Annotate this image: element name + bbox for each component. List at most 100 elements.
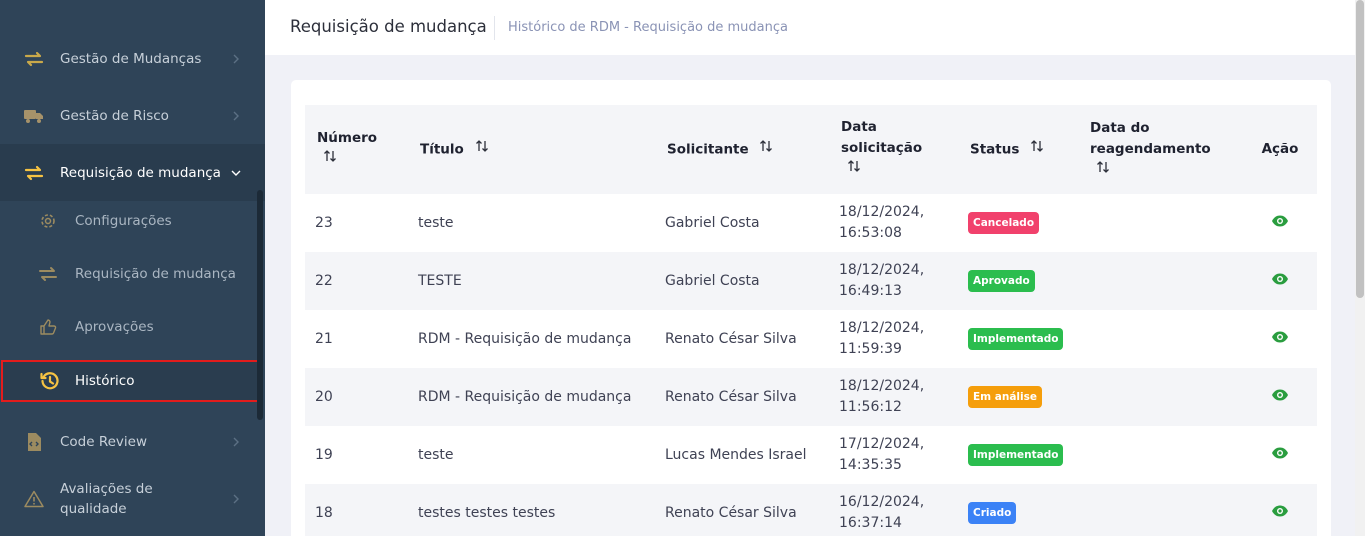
status-badge: Cancelado xyxy=(968,212,1040,234)
nav-item-requisicao-mudanca[interactable]: Requisição de mudança xyxy=(0,144,265,201)
cell-status: Criado xyxy=(958,484,1078,536)
eye-icon[interactable] xyxy=(1271,213,1289,226)
nav-label: Code Review xyxy=(60,433,148,450)
nav-label: Avaliações de qualidade xyxy=(60,480,153,517)
cell-status: Cancelado xyxy=(958,194,1078,252)
eye-icon[interactable] xyxy=(1271,503,1289,516)
column-header-acao: Ação xyxy=(1243,105,1317,194)
arrows-exchange-icon xyxy=(23,48,45,70)
sort-icon[interactable] xyxy=(475,139,489,160)
column-label: Título xyxy=(420,141,464,158)
column-header-data-solicitacao[interactable]: Data solicitação xyxy=(829,105,958,194)
nav-item-gestao-mudancas[interactable]: Gestão de Mudanças xyxy=(0,30,265,87)
cell-data-solicitacao: 16/12/2024, 16:37:14 xyxy=(829,484,958,536)
column-label: Data do reagendamento xyxy=(1090,119,1211,157)
table-row: 19 teste Lucas Mendes Israel 17/12/2024, 14:… xyxy=(305,426,1317,484)
sidebar-scrollbar[interactable] xyxy=(257,190,263,420)
column-header-data-reagendamento[interactable]: Data do reagendamento xyxy=(1078,105,1243,194)
page-title: Requisição de mudança xyxy=(290,17,487,36)
cell-solicitante: Renato César Silva xyxy=(655,368,829,426)
page-scrollbar-thumb[interactable] xyxy=(1356,0,1364,298)
subnav-item-configuracoes[interactable]: Configurações xyxy=(0,194,262,247)
time-text: 14:35:35 xyxy=(839,457,902,473)
arrows-exchange-icon xyxy=(23,162,45,184)
cell-numero: 22 xyxy=(305,252,408,310)
warning-triangle-icon xyxy=(23,488,45,510)
subnav-item-requisicao[interactable]: Requisição de mudança xyxy=(0,247,262,300)
chevron-down-icon xyxy=(230,167,242,179)
status-badge: Aprovado xyxy=(968,270,1035,292)
cell-data-solicitacao: 18/12/2024, 11:56:12 xyxy=(829,368,958,426)
cell-status: Implementado xyxy=(958,310,1078,368)
subnav-item-historico[interactable]: Histórico xyxy=(1,360,261,402)
sort-icon[interactable] xyxy=(1096,160,1110,181)
cell-reagendamento xyxy=(1078,252,1243,310)
cell-status: Aprovado xyxy=(958,252,1078,310)
cell-solicitante: Gabriel Costa xyxy=(655,194,829,252)
table-row: 20 RDM - Requisição de mudança Renato Césa… xyxy=(305,368,1317,426)
chevron-right-icon xyxy=(230,493,242,505)
status-badge: Implementado xyxy=(968,444,1064,466)
cell-titulo: RDM - Requisição de mudança xyxy=(408,310,655,368)
column-header-titulo[interactable]: Título xyxy=(408,105,655,194)
header-bar: Requisição de mudança Histórico de RDM -… xyxy=(265,0,1355,55)
chevron-right-icon xyxy=(230,110,242,122)
date-text: 18/12/2024, xyxy=(839,378,925,394)
cell-data-solicitacao: 17/12/2024, 14:35:35 xyxy=(829,426,958,484)
sort-icon[interactable] xyxy=(847,159,861,180)
time-text: 16:49:13 xyxy=(839,283,902,299)
status-badge: Criado xyxy=(968,502,1017,524)
table-header-row: Número Título Solicitante Data solicitaç… xyxy=(305,105,1317,194)
divider xyxy=(494,16,495,40)
cell-titulo: TESTE xyxy=(408,252,655,310)
chevron-right-icon xyxy=(230,53,242,65)
sort-icon[interactable] xyxy=(323,149,337,170)
cell-solicitante: Renato César Silva xyxy=(655,484,829,536)
date-text: 17/12/2024, xyxy=(839,436,925,452)
subnav-label: Requisição de mudança xyxy=(75,265,236,282)
thumbs-up-icon xyxy=(37,316,59,338)
cell-reagendamento xyxy=(1078,426,1243,484)
nav-item-gestao-risco[interactable]: Gestão de Risco xyxy=(0,87,265,144)
code-file-icon xyxy=(23,431,45,453)
history-card: Número Título Solicitante Data solicitaç… xyxy=(291,80,1331,536)
column-header-numero[interactable]: Número xyxy=(305,105,408,194)
eye-icon[interactable] xyxy=(1271,329,1289,342)
eye-icon[interactable] xyxy=(1271,387,1289,400)
cell-numero: 20 xyxy=(305,368,408,426)
nav-item-avaliacoes-qualidade[interactable]: Avaliações de qualidade xyxy=(0,470,265,527)
sort-icon[interactable] xyxy=(1030,139,1044,160)
table-row: 21 RDM - Requisição de mudança Renato Césa… xyxy=(305,310,1317,368)
truck-icon xyxy=(23,105,45,127)
cell-titulo: RDM - Requisição de mudança xyxy=(408,368,655,426)
gear-icon xyxy=(37,210,59,232)
cell-reagendamento xyxy=(1078,310,1243,368)
subnav-item-aprovacoes[interactable]: Aprovações xyxy=(0,300,262,353)
table-row: 23 teste Gabriel Costa 18/12/2024, 16:53:08 C… xyxy=(305,194,1317,252)
cell-acao xyxy=(1243,484,1317,536)
breadcrumb: Histórico de RDM - Requisição de mudança xyxy=(508,20,788,35)
column-header-solicitante[interactable]: Solicitante xyxy=(655,105,829,194)
table-row: 18 testes testes testes Renato César Silva… xyxy=(305,484,1317,536)
cell-status: Em análise xyxy=(958,368,1078,426)
date-text: 18/12/2024, xyxy=(839,204,925,220)
cell-data-solicitacao: 18/12/2024, 11:59:39 xyxy=(829,310,958,368)
sort-icon[interactable] xyxy=(759,139,773,160)
subnav-label: Histórico xyxy=(75,373,135,389)
cell-reagendamento xyxy=(1078,194,1243,252)
nav-label: Requisição de mudança xyxy=(60,164,221,181)
nav-item-code-review[interactable]: Code Review xyxy=(0,413,265,470)
cell-status: Implementado xyxy=(958,426,1078,484)
history-table: Número Título Solicitante Data solicitaç… xyxy=(305,105,1317,536)
eye-icon[interactable] xyxy=(1271,445,1289,458)
cell-acao xyxy=(1243,194,1317,252)
column-label: Ação xyxy=(1261,141,1299,157)
cell-titulo: teste xyxy=(408,426,655,484)
cell-acao xyxy=(1243,368,1317,426)
column-label: Número xyxy=(317,130,378,147)
column-label: Data solicitação xyxy=(841,118,923,156)
eye-icon[interactable] xyxy=(1271,271,1289,284)
cell-numero: 21 xyxy=(305,310,408,368)
cell-solicitante: Lucas Mendes Israel xyxy=(655,426,829,484)
column-header-status[interactable]: Status xyxy=(958,105,1078,194)
